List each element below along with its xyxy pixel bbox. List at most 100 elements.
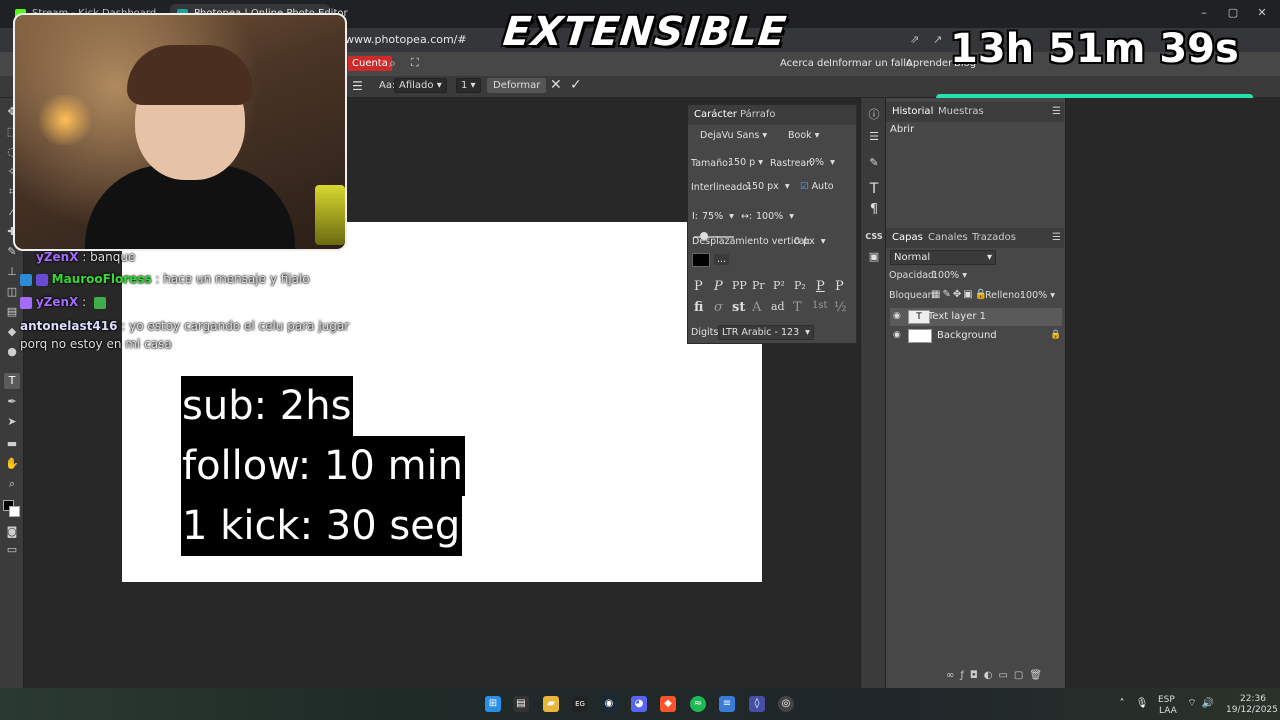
auto-checkbox[interactable]: ☑ Auto [800, 181, 834, 192]
layer-actions-bar[interactable]: ∞ƒ◘◐▭▢🗑 [946, 670, 1048, 681]
steam-icon[interactable]: ◉ [601, 696, 617, 712]
glyph-button[interactable]: P [835, 279, 844, 294]
glyph-button[interactable]: T [793, 300, 802, 315]
image-icon[interactable]: ▣ [865, 248, 883, 266]
layer-row-text[interactable]: ◉ T Text layer 1 [890, 308, 1062, 326]
blur-tool-icon[interactable]: ◆ [4, 324, 20, 340]
visibility-eye-icon[interactable]: ◉ [893, 311, 901, 321]
glyph-button[interactable]: 1st [812, 300, 828, 311]
mic-icon[interactable]: 🎙 [1134, 696, 1150, 712]
menu-fallo[interactable]: Informar un fallo [829, 58, 912, 69]
volume-icon[interactable]: 🔊 [1200, 696, 1216, 712]
glyph-button[interactable]: fi [694, 300, 703, 315]
glyph-button[interactable]: ½ [834, 300, 847, 315]
glyph-button[interactable]: PP [732, 279, 747, 292]
clock-time[interactable]: 22:36 [1240, 694, 1266, 704]
canvas-text-line-3[interactable]: 1 kick: 30 seg [181, 496, 463, 556]
shape-tool-icon[interactable]: ▬ [4, 436, 20, 452]
size-field[interactable]: 150 p ▾ [728, 157, 763, 168]
hand-tool-icon[interactable]: ✋ [4, 456, 20, 472]
glyph-button[interactable]: ad [771, 300, 785, 313]
notepad-icon[interactable]: ≡ [719, 696, 735, 712]
type-tool-icon[interactable]: T [4, 373, 20, 389]
glyph-button[interactable]: P₂ [794, 279, 806, 292]
eraser-tool-icon[interactable]: ◫ [4, 284, 20, 300]
glyph-button[interactable]: P² [773, 279, 785, 292]
file-explorer-icon[interactable]: ▰ [543, 696, 559, 712]
glyph-button[interactable]: st [732, 300, 745, 315]
minimize-icon[interactable]: – [1194, 6, 1214, 19]
spotify-icon[interactable]: ≈ [690, 696, 706, 712]
path-select-tool-icon[interactable]: ➤ [4, 414, 20, 430]
font-family-select[interactable]: DejaVu Sans ▾ [700, 130, 767, 141]
zoom-tool-icon[interactable]: ⌕ [4, 476, 20, 492]
canvas-text-line-2[interactable]: follow: 10 min [181, 436, 466, 496]
tab-canales[interactable]: Canales [928, 232, 968, 243]
windows-start-icon[interactable]: ⊞ [485, 696, 501, 712]
confirm-icon[interactable]: ✓ [570, 77, 582, 93]
obs-icon[interactable]: ◎ [778, 696, 794, 712]
tab-capas[interactable]: Capas [892, 232, 923, 243]
glyph-button[interactable]: A [752, 300, 761, 315]
glyph-button[interactable]: P [694, 279, 703, 294]
canvas-text-line-1[interactable]: sub: 2hs [181, 376, 354, 436]
open-external-icon[interactable]: ⇗ [910, 33, 919, 46]
paragraph-icon[interactable]: ¶ [865, 201, 883, 219]
background-color[interactable] [9, 506, 20, 517]
wifi-icon[interactable]: ⌔ [1184, 696, 1200, 712]
brave-icon[interactable]: ◆ [660, 696, 676, 712]
info-icon[interactable]: ⓘ [865, 106, 883, 124]
search-icon[interactable]: ⌕ [389, 56, 396, 71]
app-icon[interactable]: ◊ [749, 696, 765, 712]
vertical-scale-field[interactable]: 75% ▾ [702, 211, 734, 222]
digits-select[interactable]: LTR Arabic - 123 ▾ [718, 325, 814, 340]
cancel-icon[interactable]: ✕ [550, 77, 562, 93]
tray-chevron-icon[interactable]: ˄ [1114, 696, 1130, 712]
panel-menu-icon[interactable]: ☰ [1052, 106, 1061, 117]
pen-tool-icon[interactable]: ✒ [4, 394, 20, 410]
glyph-button[interactable]: Pr [752, 279, 765, 292]
glyph-button[interactable]: P [714, 279, 723, 294]
quickmask-icon[interactable]: ◙ [4, 524, 20, 540]
fullscreen-icon[interactable]: ⛶ [411, 56, 419, 70]
blend-mode-select[interactable]: Normal ▾ [890, 250, 996, 265]
font-style-select[interactable]: Book ▾ [788, 130, 819, 141]
cuenta-button[interactable]: Cuenta [348, 56, 392, 71]
share-icon[interactable]: ↗ [933, 33, 942, 46]
clock-date[interactable]: 19/12/2025 [1226, 705, 1278, 715]
tab-muestras[interactable]: Muestras [938, 106, 984, 117]
close-icon[interactable]: ✕ [1252, 6, 1272, 19]
screenmode-icon[interactable]: ▭ [4, 542, 20, 558]
gradient-tool-icon[interactable]: ▤ [4, 304, 20, 320]
language-indicator[interactable]: ESP [1158, 695, 1175, 705]
css-icon[interactable]: CSS [865, 228, 883, 246]
tab-historial[interactable]: Historial [892, 106, 933, 117]
fill-field[interactable]: 100% ▾ [1020, 290, 1055, 301]
history-item[interactable]: Abrir [890, 124, 914, 135]
deformar-button[interactable]: Deformar [487, 78, 547, 93]
horizontal-scale-field[interactable]: 100% ▾ [756, 211, 794, 222]
glyph-button[interactable]: P [816, 279, 825, 294]
orientation-select[interactable]: 1 ▾ [456, 78, 481, 93]
epic-games-icon[interactable]: EG [572, 696, 588, 712]
baseline-field[interactable]: 0 px ▾ [794, 236, 826, 247]
visibility-eye-icon[interactable]: ◉ [893, 330, 901, 340]
leading-field[interactable]: 150 px ▾ [746, 181, 790, 192]
terminal-icon[interactable]: ▤ [513, 696, 529, 712]
tab-caracter[interactable]: Carácter [694, 109, 737, 120]
glyph-button[interactable]: σ [714, 300, 723, 315]
tab-parrafo[interactable]: Párrafo [740, 109, 776, 120]
character-icon[interactable]: T [865, 180, 883, 198]
adjustments-icon[interactable]: ☰ [865, 128, 883, 146]
menu-aprender[interactable]: Aprender [906, 58, 952, 69]
opacity-field[interactable]: 100% ▾ [932, 270, 967, 281]
antialias-select[interactable]: Afilado ▾ [394, 78, 447, 93]
tab-trazados[interactable]: Trazados [972, 232, 1016, 243]
lock-icons[interactable]: ▦✎✥▣🔒 [931, 289, 989, 300]
maximize-icon[interactable]: ▢ [1223, 6, 1243, 19]
align-icon[interactable]: ☰ [352, 79, 363, 93]
layer-row-background[interactable]: ◉ Background 🔒 [890, 327, 1062, 345]
dodge-tool-icon[interactable]: ● [4, 344, 20, 360]
brush-settings-icon[interactable]: ✎ [865, 154, 883, 172]
url-field[interactable]: www.photopea.com/# [345, 33, 467, 46]
